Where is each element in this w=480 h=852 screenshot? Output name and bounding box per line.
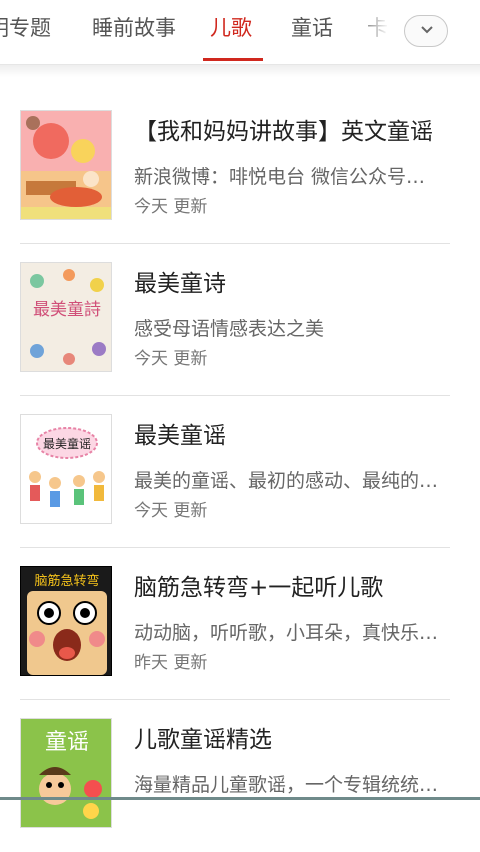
active-tab-indicator xyxy=(203,58,263,61)
update-time: 昨天 更新 xyxy=(134,653,208,673)
cover-text-2: 最美童谣 xyxy=(43,436,91,451)
list-item[interactable]: 童谣 儿歌童谣精选 海量精品儿童歌谣，一个专辑统统… xyxy=(0,700,480,852)
album-cover: 最美童谣 xyxy=(20,414,112,524)
update-time: 今天 更新 xyxy=(134,501,208,521)
album-title: 最美童诗 xyxy=(134,271,226,297)
category-tab-bar: 明专题 睡前故事 儿歌 童话 卡 xyxy=(0,0,480,65)
album-description: 最美的童谣、最初的感动、最纯的… xyxy=(134,470,439,492)
cover-text-3: 脑筋急转弯 xyxy=(34,573,99,589)
album-cover: 脑筋急转弯 xyxy=(20,566,112,676)
album-cover: 童谣 xyxy=(20,718,112,828)
album-title: 【我和妈妈讲故事】英文童谣 xyxy=(134,119,433,145)
list-item[interactable]: 【我和妈妈讲故事】英文童谣 新浪微博：啡悦电台 微信公众号… 今天 更新 xyxy=(0,92,480,244)
update-time: 今天 更新 xyxy=(134,349,208,369)
album-title: 儿歌童谣精选 xyxy=(134,727,272,753)
list-item[interactable]: 最美童谣 最美童谣 最美的童谣、最初的感动、最纯的… 今天 更新 xyxy=(0,396,480,548)
album-description: 动动脑，听听歌，小耳朵，真快乐… xyxy=(134,622,439,644)
more-tabs-button[interactable] xyxy=(404,15,448,47)
header-shadow xyxy=(0,65,480,77)
album-title: 脑筋急转弯+一起听儿歌 xyxy=(134,575,384,601)
album-description: 海量精品儿童歌谣，一个专辑统统… xyxy=(134,774,439,796)
album-cover xyxy=(20,110,112,220)
update-time: 今天 更新 xyxy=(134,197,208,217)
list-item[interactable]: 脑筋急转弯 脑筋急转弯+一起听儿歌 动动脑，听听歌，小耳朵，真快乐… 昨天 更新 xyxy=(0,548,480,700)
album-description: 感受母语情感表达之美 xyxy=(134,318,325,340)
tab-fade xyxy=(355,0,395,64)
tab-fairy-tales[interactable]: 童话 xyxy=(291,12,333,44)
cover-text-1: 最美童詩 xyxy=(33,300,101,320)
cover-text-4: 童谣 xyxy=(45,730,89,755)
album-cover: 最美童詩 xyxy=(20,262,112,372)
tab-special[interactable]: 明专题 xyxy=(0,12,51,44)
tab-nursery-rhymes[interactable]: 儿歌 xyxy=(210,12,252,44)
album-title: 最美童谣 xyxy=(134,423,226,449)
list-item[interactable]: 最美童詩 最美童诗 感受母语情感表达之美 今天 更新 xyxy=(0,244,480,396)
album-description: 新浪微博：啡悦电台 微信公众号… xyxy=(134,166,426,188)
tab-bedtime-stories[interactable]: 睡前故事 xyxy=(92,12,176,44)
chevron-down-icon xyxy=(421,26,433,34)
